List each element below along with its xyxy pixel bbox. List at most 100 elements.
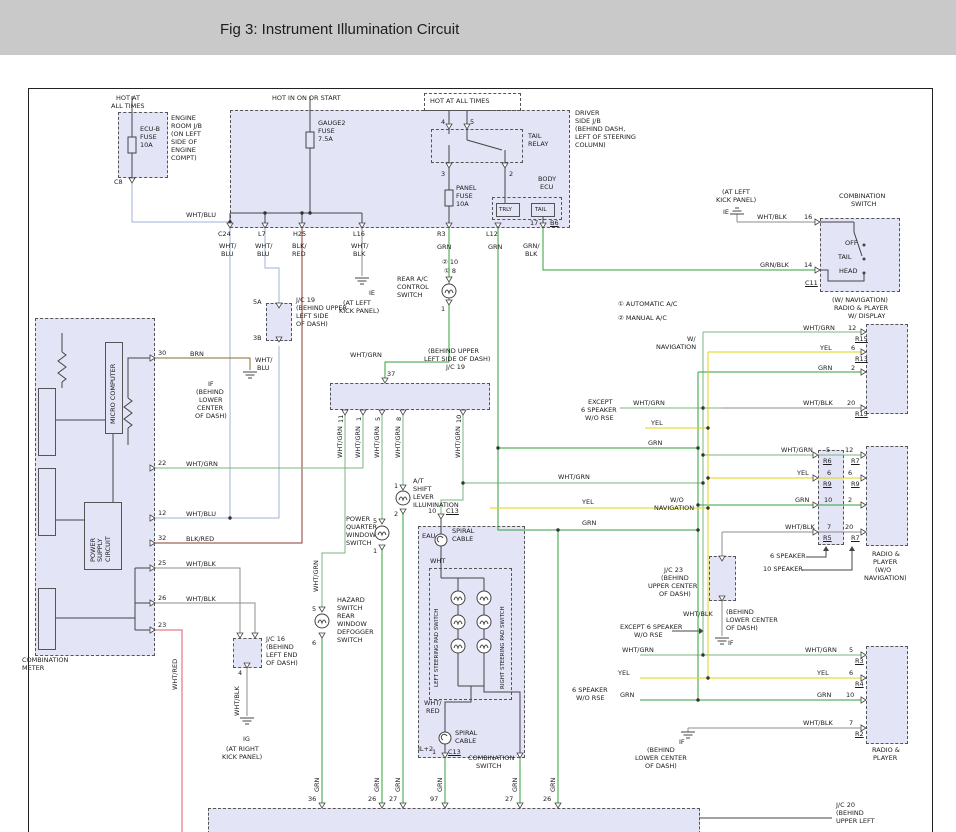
diagram-label: ① 8 [444, 268, 456, 275]
diagram-label: GRN [817, 692, 831, 699]
diagram-label: SWITCH [476, 763, 502, 770]
labels-layer: HOT ATALL TIMESECU-BFUSE10AENGINEROOM J/… [0, 0, 956, 832]
diagram-label: 2 [851, 365, 855, 372]
diagram-label: R7 [851, 458, 860, 465]
diagram-label: L12 [486, 231, 498, 238]
diagram-label: 20 [845, 524, 853, 531]
diagram-label: GRN [582, 520, 596, 527]
diagram-label: BLK [353, 251, 365, 258]
diagram-label: NAVIGATION [654, 505, 694, 512]
diagram-label: 10A [456, 201, 469, 208]
diagram-label: 5 [312, 606, 316, 613]
diagram-label: OF DASH) [659, 591, 691, 598]
diagram-label: WHT/BLK [683, 611, 713, 618]
diagram-label: GRN [550, 778, 557, 792]
diagram-label: 6 [849, 670, 853, 677]
diagram-label: GRN [437, 778, 444, 792]
diagram-label: OF DASH) [645, 763, 677, 770]
diagram-label: SWITCH [851, 201, 877, 208]
diagram-label: 1 [441, 306, 445, 313]
diagram-label: NAVIGATION [656, 344, 696, 351]
diagram-label: WHT/BLK [803, 720, 833, 727]
diagram-label: GRN [374, 778, 381, 792]
diagram-label: SWITCH [346, 540, 372, 547]
diagram-label: 8 [396, 417, 403, 421]
diagram-label: TAIL [535, 207, 546, 213]
diagram-label: TRLY [499, 207, 512, 213]
diagram-label: 1 [432, 749, 436, 756]
diagram-label: WHT/BLK [757, 214, 787, 221]
diagram-label: 6 [827, 470, 831, 477]
diagram-label: OF DASH) [266, 660, 298, 667]
diagram-label: C8 [114, 179, 123, 186]
diagram-label: GRN/BLK [760, 262, 789, 269]
diagram-label: WHT/GRN [355, 426, 362, 458]
diagram-label: WHT [430, 558, 445, 565]
diagram-label: 20 [847, 400, 855, 407]
diagram-label: YEL [651, 420, 663, 427]
diagram-label: 6 [848, 470, 852, 477]
diagram-label: B6 [550, 220, 559, 227]
diagram-label: WHT/GRN [374, 426, 381, 458]
diagram-label: 11 [338, 415, 345, 423]
diagram-label: OF DASH) [726, 625, 758, 632]
diagram-label: GRN [314, 778, 321, 792]
diagram-label: GRN [395, 778, 402, 792]
diagram-label: YEL [797, 470, 809, 477]
diagram-label: GRN [648, 440, 662, 447]
diagram-label: IL+2 [418, 746, 433, 753]
diagram-label: 10 SPEAKER [763, 566, 803, 573]
diagram-label: POWER SUPPLY CIRCUIT [90, 536, 112, 562]
diagram-label: BLK/RED [186, 536, 214, 543]
diagram-label: WHT/GRN [313, 560, 320, 592]
diagram-label: W/O RSE [585, 415, 614, 422]
diagram-label: NAVIGATION) [864, 575, 907, 582]
diagram-label: KICK PANEL) [222, 754, 262, 761]
diagram-label: 26 [158, 595, 166, 602]
diagram-label: 32 [158, 535, 166, 542]
diagram-label: WHT/GRN [455, 426, 462, 458]
diagram-label: 23 [158, 622, 166, 629]
diagram-label: WHT/GRN [186, 461, 218, 468]
diagram-label: L7 [258, 231, 266, 238]
diagram-label: W/O RSE [576, 695, 605, 702]
diagram-label: J/C 19 [446, 364, 465, 371]
diagram-label: 4 [441, 119, 445, 126]
diagram-label: WHT/GRN [633, 400, 665, 407]
diagram-label: IE [369, 290, 375, 297]
diagram-label: SWITCH [337, 637, 363, 644]
diagram-label: IE [723, 209, 729, 216]
diagram-label: IF [679, 739, 685, 746]
diagram-label: 12 [158, 510, 166, 517]
diagram-label: WHT/GRN [781, 447, 813, 454]
diagram-label: R6 [823, 458, 832, 465]
diagram-label: 12 [848, 325, 856, 332]
diagram-label: ② 10 [442, 259, 458, 266]
diagram-label: RIGHT STEERING PAD SWITCH [500, 606, 506, 689]
diagram-label: C13 [448, 749, 461, 756]
diagram-label: WHT/GRN [350, 352, 382, 359]
diagram-label: HEAD [839, 268, 857, 275]
diagram-label: WHT/GRN [337, 426, 344, 458]
diagram-label: 7 [827, 524, 831, 531]
diagram-label: 37 [387, 371, 395, 378]
diagram-label: HOT IN ON OR START [272, 95, 341, 102]
diagram-label: CABLE [455, 738, 476, 745]
diagram-label: WHT/GRN [805, 647, 837, 654]
diagram-label: WHT/BLK [186, 561, 216, 568]
diagram-label: 16 [804, 214, 812, 221]
diagram-label: R4 [855, 681, 864, 688]
diagram-label: METER [22, 665, 44, 672]
diagram-label: 4 [238, 670, 242, 677]
diagram-label: 2 [848, 497, 852, 504]
diagram-label: W/O RSE [634, 632, 663, 639]
diagram-label: 26 [543, 796, 551, 803]
diagram-label: IF [728, 640, 734, 647]
diagram-label: YEL [618, 670, 630, 677]
diagram-label: 2 [509, 171, 513, 178]
diagram-label: R15 [855, 336, 868, 343]
diagram-label: BLU [257, 365, 270, 372]
diagram-label: 10A [140, 142, 153, 149]
diagram-label: BLK [525, 251, 537, 258]
diagram-label: YEL [820, 345, 832, 352]
